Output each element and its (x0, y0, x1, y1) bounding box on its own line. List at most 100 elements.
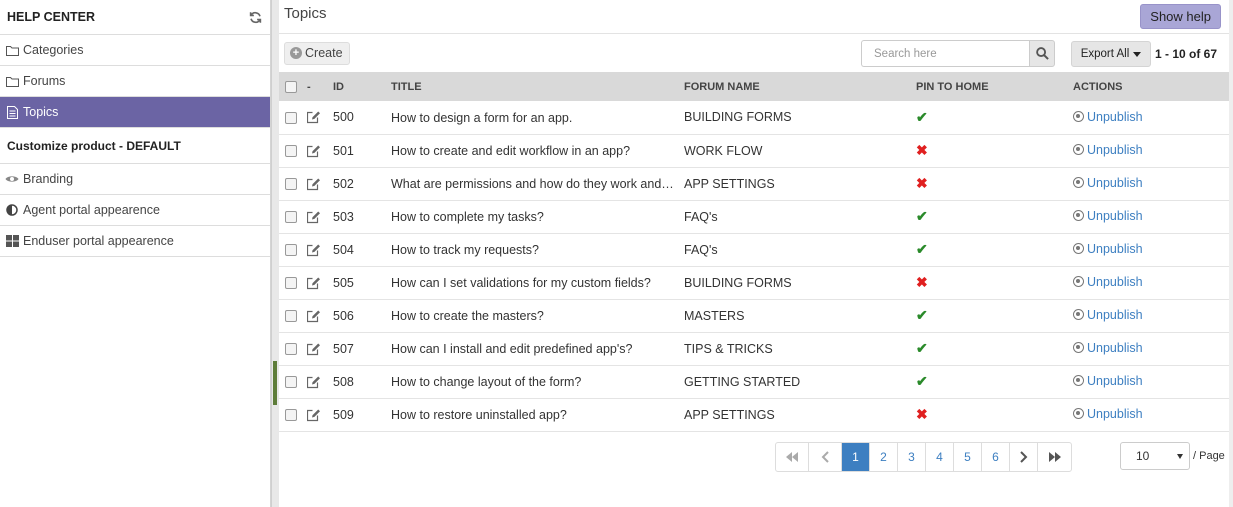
unpublish-link[interactable]: Unpublish (1073, 407, 1143, 421)
create-button[interactable]: + Create (284, 41, 350, 65)
cell-title[interactable]: How to design a form for an app. (391, 111, 572, 125)
cell-title[interactable]: How to create and edit workflow in an ap… (391, 144, 630, 158)
row-checkbox[interactable] (285, 145, 297, 158)
check-icon[interactable]: ✔ (916, 307, 928, 323)
sidebar-splitter[interactable] (271, 0, 279, 507)
table-row[interactable]: 508 How to change layout of the form? GETT… (279, 365, 1229, 398)
sidebar-item-enduser-portal[interactable]: Enduser portal appearence (0, 226, 270, 257)
first-page-button[interactable] (776, 443, 809, 471)
toolbar: + Create Export All 1 - 10 of 67 (279, 34, 1229, 72)
check-icon[interactable]: ✔ (916, 208, 928, 224)
edit-icon[interactable] (307, 211, 321, 224)
row-checkbox[interactable] (285, 343, 297, 356)
prev-page-button[interactable] (809, 443, 842, 471)
edit-icon[interactable] (307, 178, 321, 191)
table-row[interactable]: 500 How to design a form for an app. BUILD… (279, 101, 1229, 134)
unpublish-link[interactable]: Unpublish (1073, 341, 1143, 355)
cell-title[interactable]: How to create the masters? (391, 309, 544, 323)
column-header-id[interactable]: ID (331, 72, 387, 101)
unpublish-icon (1073, 111, 1084, 122)
cell-title[interactable]: How to track my requests? (391, 243, 539, 257)
refresh-icon[interactable] (249, 11, 262, 24)
export-all-button[interactable]: Export All (1071, 41, 1151, 67)
search-button[interactable] (1029, 40, 1055, 67)
sidebar-item-forums[interactable]: Forums (0, 66, 270, 97)
edit-icon[interactable] (307, 111, 321, 124)
column-header-forum[interactable]: FORUM NAME (682, 72, 914, 101)
cell-title[interactable]: How can I install and edit predefined ap… (391, 342, 632, 356)
edit-icon[interactable] (307, 343, 321, 356)
check-icon[interactable]: ✔ (916, 241, 928, 257)
unpublish-link[interactable]: Unpublish (1073, 110, 1143, 124)
page-3-button[interactable]: 3 (898, 443, 926, 471)
column-header-actions: ACTIONS (1073, 80, 1123, 93)
unpublish-link[interactable]: Unpublish (1073, 209, 1143, 223)
unpublish-link[interactable]: Unpublish (1073, 176, 1143, 190)
cell-title[interactable]: How to complete my tasks? (391, 210, 544, 224)
cross-icon[interactable]: ✖ (916, 142, 928, 158)
cell-forum: TIPS & TRICKS (684, 341, 773, 356)
table-row[interactable]: 501 How to create and edit workflow in an… (279, 134, 1229, 167)
check-icon[interactable]: ✔ (916, 340, 928, 356)
cell-forum: BUILDING FORMS (684, 275, 792, 290)
last-page-button[interactable] (1038, 443, 1071, 471)
edit-icon[interactable] (307, 376, 321, 389)
row-checkbox[interactable] (285, 178, 297, 191)
contrast-icon (5, 203, 19, 217)
edit-icon[interactable] (307, 277, 321, 290)
page-1-button[interactable]: 1 (842, 443, 870, 471)
check-icon[interactable]: ✔ (916, 373, 928, 389)
edit-icon[interactable] (307, 145, 321, 158)
page-5-button[interactable]: 5 (954, 443, 982, 471)
search-input[interactable] (861, 40, 1029, 67)
table-row[interactable]: 505 How can I set validations for my cust… (279, 266, 1229, 299)
unpublish-link[interactable]: Unpublish (1073, 242, 1143, 256)
table-row[interactable]: 509 How to restore uninstalled app? APP SE… (279, 398, 1229, 431)
column-header-title[interactable]: TITLE (387, 72, 682, 101)
edit-icon[interactable] (307, 409, 321, 422)
sidebar-item-categories[interactable]: Categories (0, 35, 270, 66)
unpublish-label: Unpublish (1087, 142, 1143, 157)
unpublish-link[interactable]: Unpublish (1073, 374, 1143, 388)
row-checkbox[interactable] (285, 310, 297, 323)
unpublish-link[interactable]: Unpublish (1073, 308, 1143, 322)
cross-icon[interactable]: ✖ (916, 406, 928, 422)
table-row[interactable]: 503 How to complete my tasks? FAQ's ✔ Unpubl… (279, 200, 1229, 233)
check-icon[interactable]: ✔ (916, 109, 928, 125)
unpublish-link[interactable]: Unpublish (1073, 143, 1143, 157)
row-checkbox[interactable] (285, 409, 297, 422)
unpublish-link[interactable]: Unpublish (1073, 275, 1143, 289)
column-header-pin[interactable]: PIN TO HOME (914, 72, 1071, 101)
table-row[interactable]: 507 How can I install and edit predefined… (279, 332, 1229, 365)
page-2-button[interactable]: 2 (870, 443, 898, 471)
edit-icon[interactable] (307, 244, 321, 257)
cell-title[interactable]: How to restore uninstalled app? (391, 408, 567, 422)
cell-title[interactable]: What are permissions and how do they wor… (391, 177, 676, 191)
splitter-grip[interactable] (273, 361, 277, 405)
table-row[interactable]: 502 What are permissions and how do they … (279, 167, 1229, 200)
next-page-button[interactable] (1010, 443, 1038, 471)
unpublish-icon (1073, 144, 1084, 156)
show-help-button[interactable]: Show help (1140, 4, 1221, 29)
cross-icon[interactable]: ✖ (916, 274, 928, 290)
sidebar-item-branding[interactable]: Branding (0, 164, 270, 195)
cell-id: 506 (333, 308, 354, 323)
row-checkbox[interactable] (285, 244, 297, 257)
cross-icon[interactable]: ✖ (916, 175, 928, 191)
edit-icon[interactable] (307, 310, 321, 323)
row-checkbox[interactable] (285, 277, 297, 290)
row-checkbox[interactable] (285, 111, 297, 124)
page-6-button[interactable]: 6 (982, 443, 1010, 471)
table-row[interactable]: 504 How to track my requests? FAQ's ✔ Unpubl… (279, 233, 1229, 266)
cell-title[interactable]: How can I set validations for my custom … (391, 276, 651, 290)
sidebar-item-topics[interactable]: Topics (0, 97, 270, 128)
cell-id: 509 (333, 407, 354, 422)
row-checkbox[interactable] (285, 376, 297, 389)
sidebar-item-agent-portal[interactable]: Agent portal appearence (0, 195, 270, 226)
row-checkbox[interactable] (285, 211, 297, 224)
select-all-checkbox[interactable] (285, 80, 297, 93)
per-page-select[interactable]: 10 (1120, 442, 1190, 470)
page-4-button[interactable]: 4 (926, 443, 954, 471)
cell-title[interactable]: How to change layout of the form? (391, 375, 581, 389)
table-row[interactable]: 506 How to create the masters? MASTERS ✔ Unp… (279, 299, 1229, 332)
